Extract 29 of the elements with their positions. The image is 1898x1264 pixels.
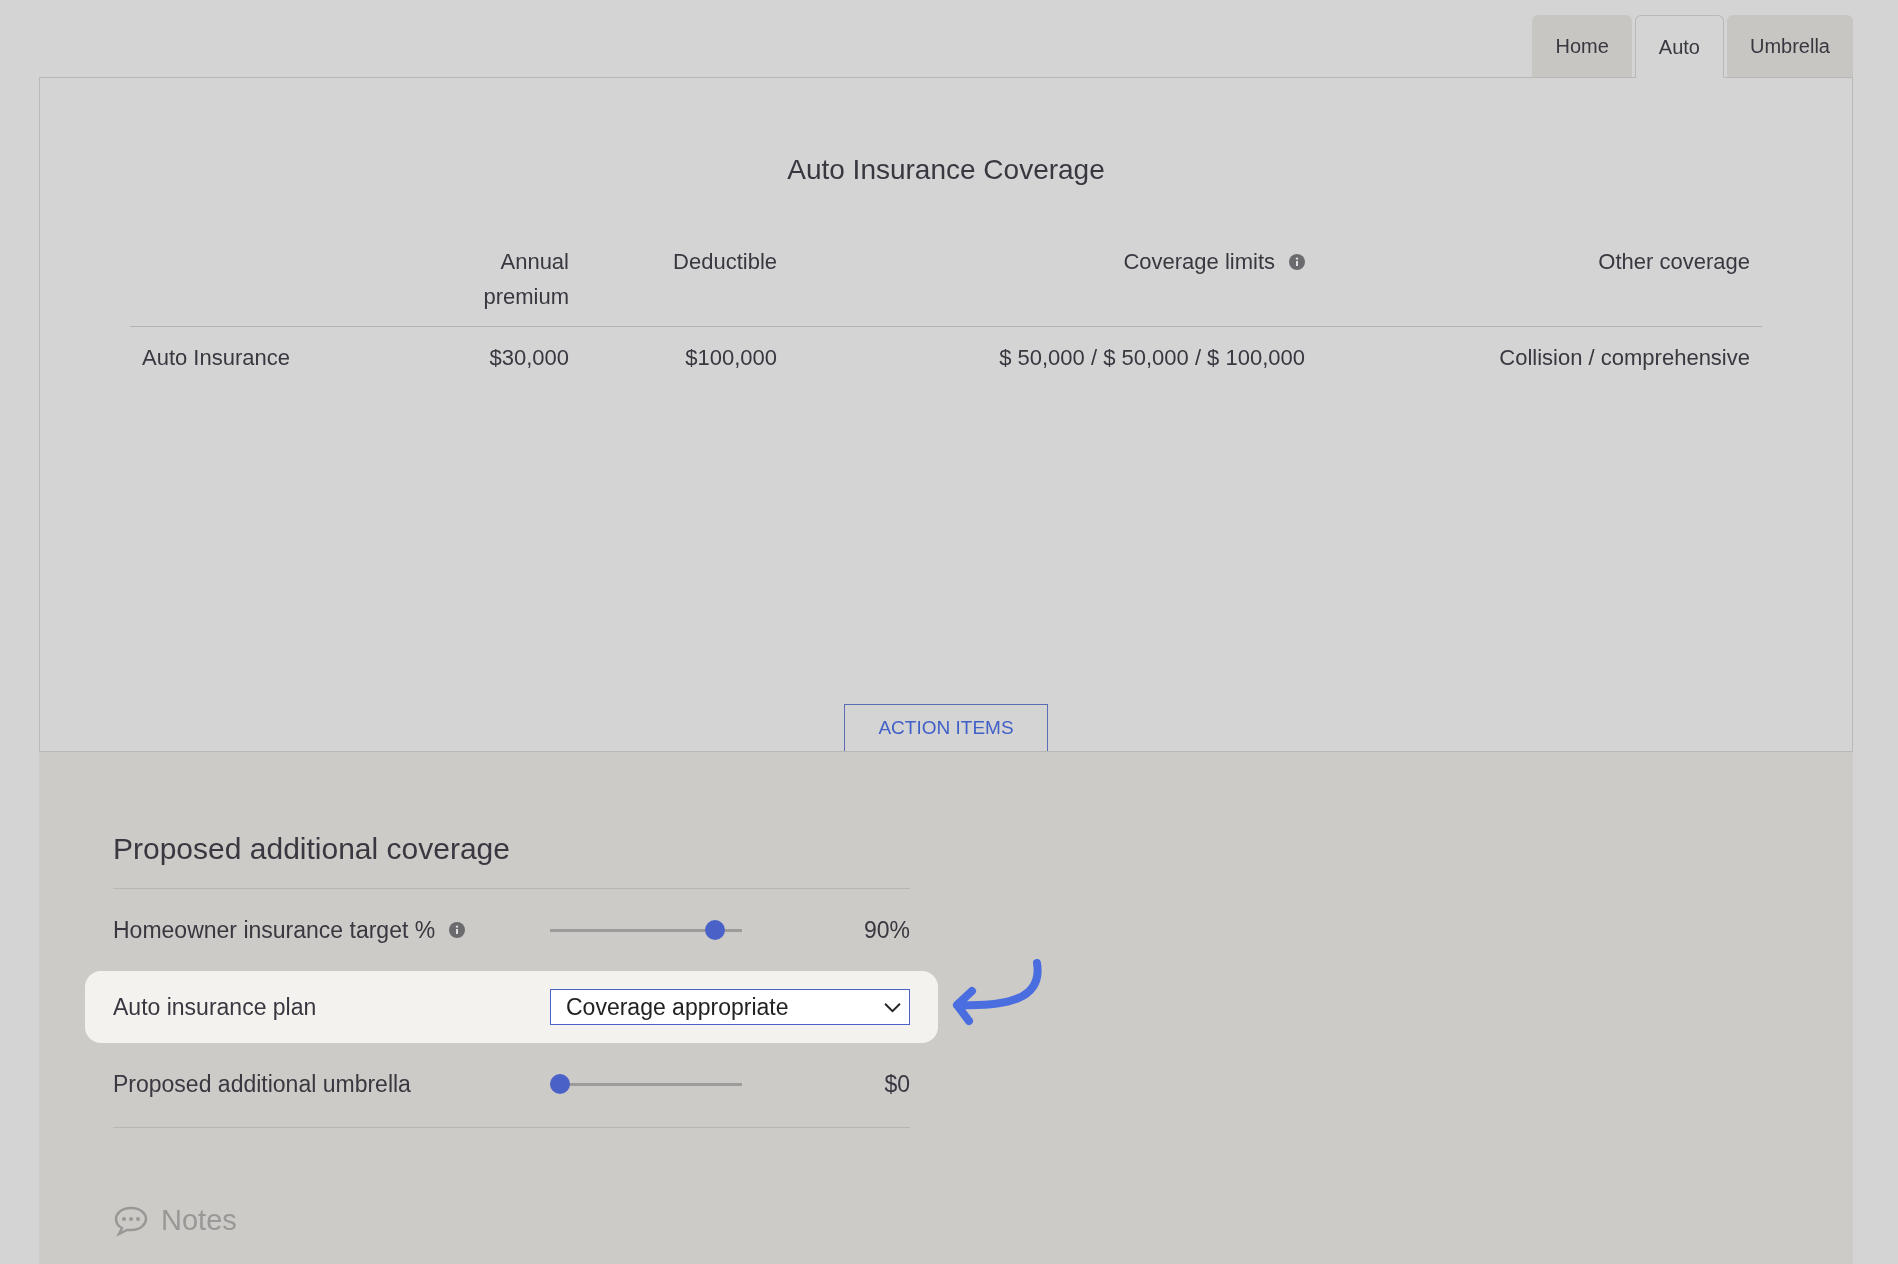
- column-header: Deductible: [673, 248, 777, 276]
- table-cell: Collision / comprehensive: [1499, 345, 1750, 370]
- info-icon[interactable]: [449, 922, 466, 938]
- plan-dropdown[interactable]: Coverage appropriate: [550, 989, 910, 1025]
- column-header: Other coverage: [1598, 248, 1750, 276]
- panel-title: Auto Insurance Coverage: [787, 154, 1105, 186]
- column-header: Coverage limits: [1123, 248, 1275, 276]
- slider-value: $0: [884, 1070, 910, 1098]
- table-cell: $100,000: [685, 345, 777, 370]
- column-header: Annual premium: [482, 248, 569, 311]
- field-label: Homeowner insurance target %: [113, 916, 436, 944]
- chevron-down-icon: [884, 1001, 901, 1013]
- table-cell: $ 50,000 / $ 50,000 / $ 100,000: [999, 345, 1305, 370]
- field-label: Auto insurance plan: [113, 993, 317, 1021]
- tab[interactable]: Umbrella: [1726, 15, 1853, 77]
- action-items-button[interactable]: ACTION ITEMS: [844, 704, 1048, 752]
- info-icon[interactable]: [1289, 254, 1305, 270]
- table-cell: Auto Insurance: [142, 345, 290, 370]
- slider-track[interactable]: [550, 1074, 742, 1094]
- tab[interactable]: Auto: [1634, 15, 1724, 78]
- slider-value: 90%: [863, 916, 910, 944]
- slider-track[interactable]: [550, 920, 742, 940]
- speech-bubble-icon[interactable]: [113, 1204, 149, 1237]
- section-heading: Proposed additional coverage: [113, 832, 910, 889]
- tab[interactable]: Home: [1532, 15, 1632, 77]
- slider-thumb[interactable]: [704, 920, 725, 940]
- table-cell: $30,000: [489, 345, 569, 370]
- slider-thumb[interactable]: [550, 1074, 570, 1094]
- field-label: Proposed additional umbrella: [113, 1070, 411, 1098]
